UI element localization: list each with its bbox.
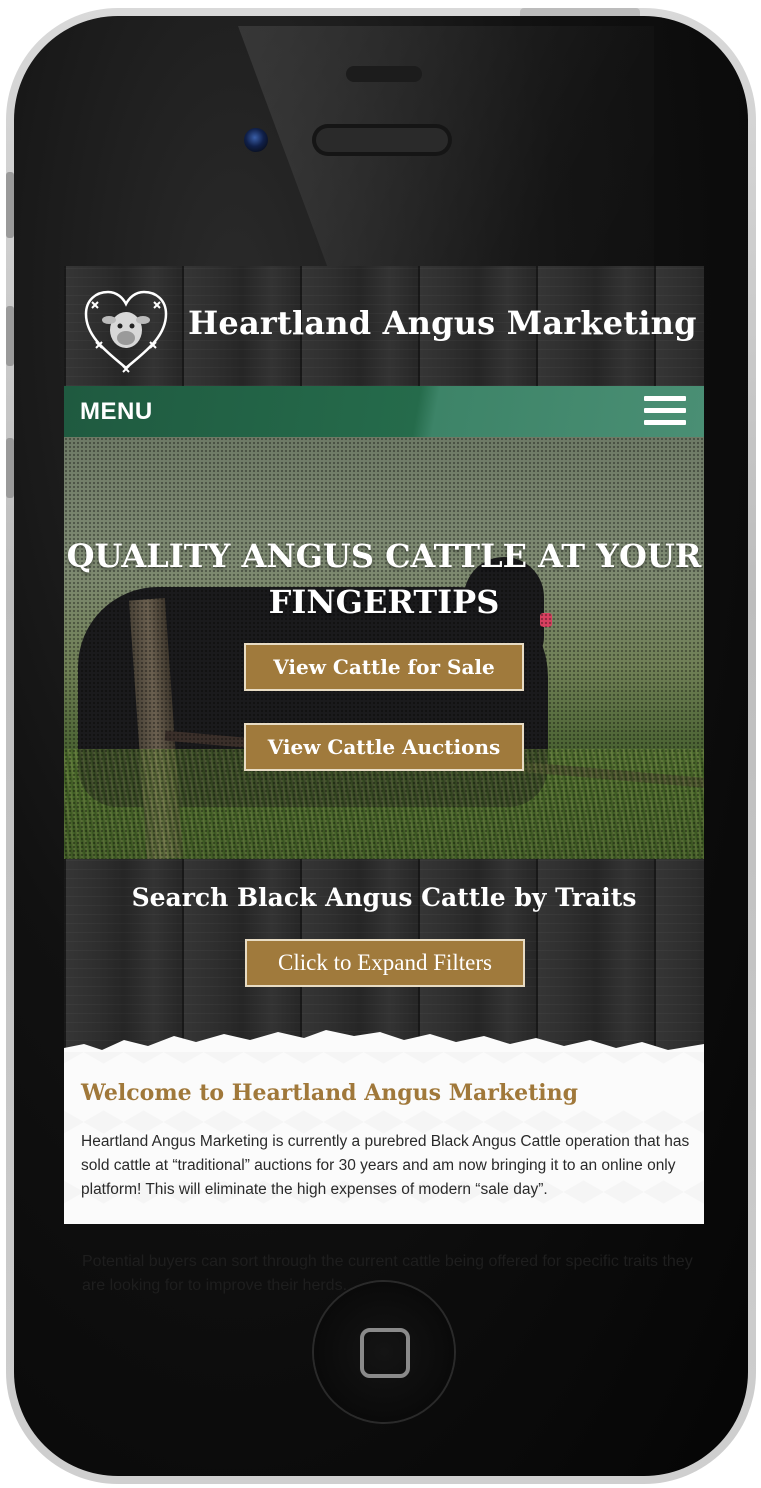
- welcome-section: Welcome to Heartland Angus Marketing Hea…: [64, 1052, 704, 1224]
- main-navbar[interactable]: MENU: [64, 386, 704, 437]
- hero-headline: QUALITY ANGUS CATTLE AT YOUR FINGERTIPS: [66, 537, 702, 621]
- hero-banner: QUALITY ANGUS CATTLE AT YOUR FINGERTIPS …: [64, 437, 704, 859]
- search-title: Search Black Angus Cattle by Traits: [131, 883, 637, 912]
- heart-barbed-wire-cow-icon[interactable]: [80, 284, 172, 376]
- view-cattle-auctions-button[interactable]: View Cattle Auctions: [244, 723, 524, 771]
- menu-label[interactable]: MENU: [80, 398, 153, 426]
- view-cattle-for-sale-button[interactable]: View Cattle for Sale: [244, 643, 524, 691]
- volume-down-button: [6, 438, 14, 498]
- earpiece-speaker: [312, 124, 452, 156]
- home-button[interactable]: [314, 1282, 454, 1422]
- welcome-paragraph: Heartland Angus Marketing is currently a…: [81, 1133, 690, 1198]
- volume-up-button: [6, 306, 14, 366]
- proximity-sensor: [346, 66, 422, 82]
- phone-screen: Heartland Angus Marketing MENU QUALITY A…: [64, 266, 704, 1224]
- mute-switch: [6, 172, 14, 238]
- hamburger-icon[interactable]: [644, 396, 686, 426]
- welcome-title: Welcome to Heartland Angus Marketing: [81, 1080, 579, 1106]
- front-camera: [244, 128, 268, 152]
- home-square-icon: [360, 1328, 410, 1378]
- site-header: Heartland Angus Marketing: [64, 266, 704, 386]
- site-title[interactable]: Heartland Angus Marketing: [188, 304, 697, 342]
- expand-filters-button[interactable]: Click to Expand Filters: [245, 939, 525, 987]
